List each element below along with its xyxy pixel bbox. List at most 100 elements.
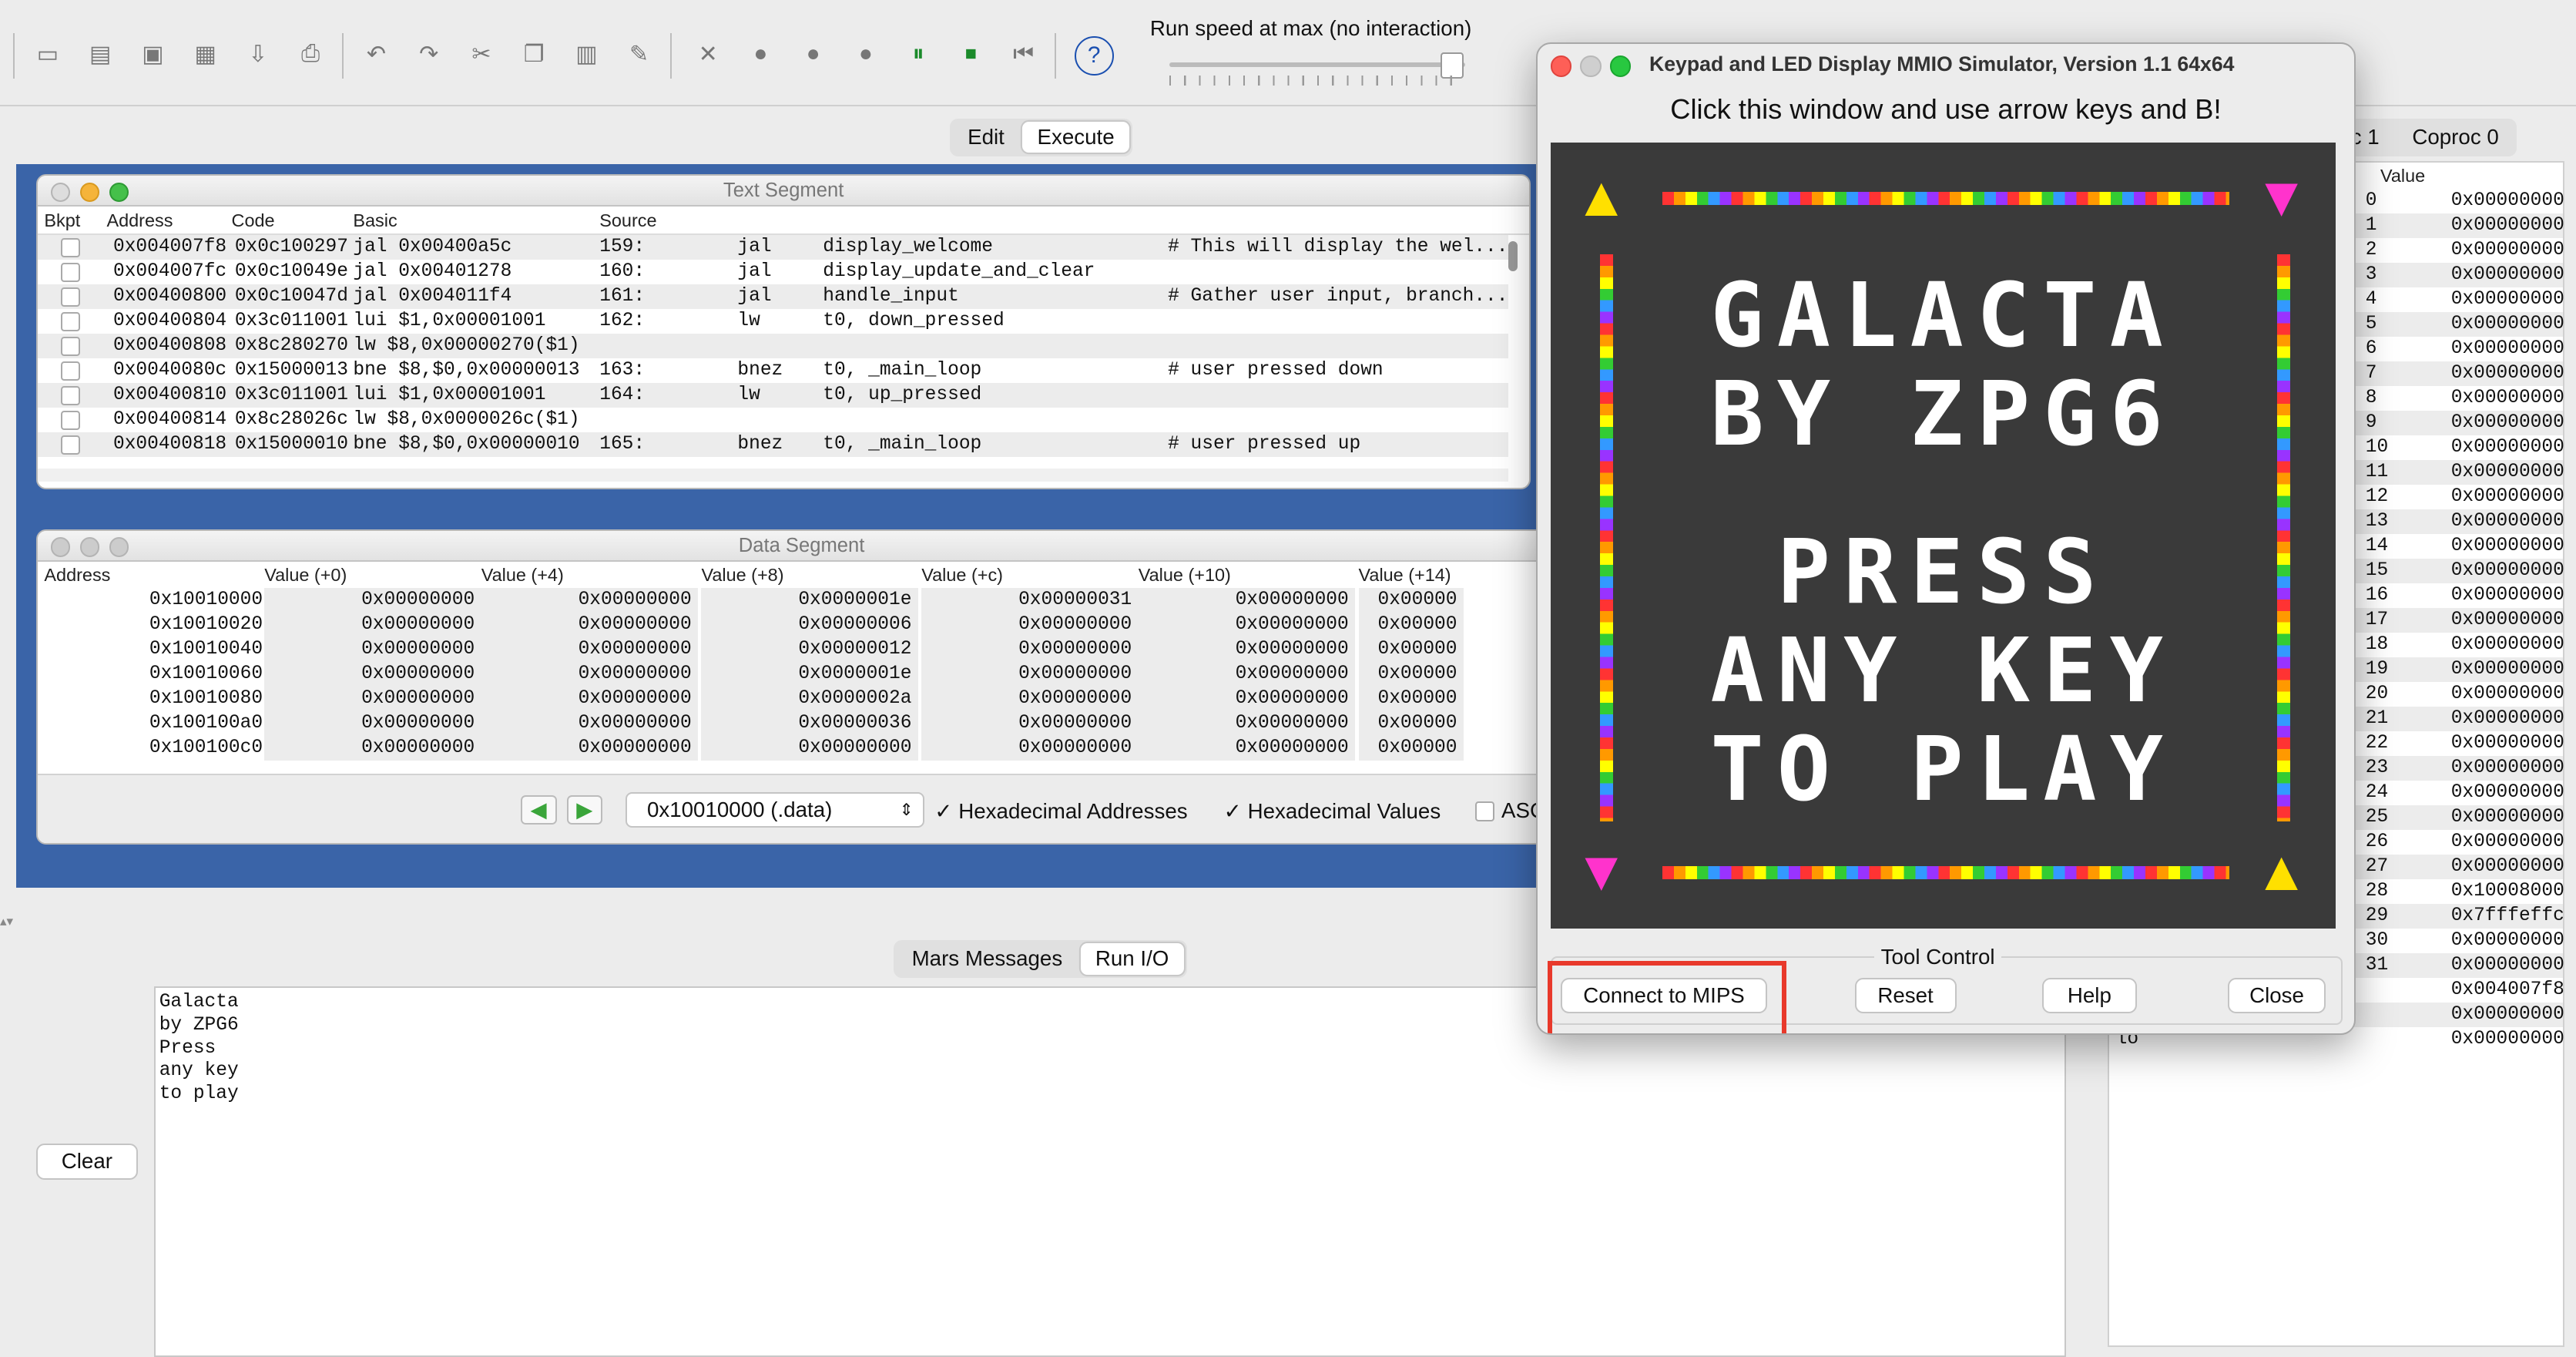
hex-values-checkbox[interactable]: ✓ Hexadecimal Values [1224,798,1441,824]
breakpoint-checkbox[interactable] [60,263,81,283]
undo-icon[interactable]: ↶ [358,36,394,72]
close-icon[interactable] [1551,55,1572,77]
value-cell[interactable]: 0x00000000 [921,736,1139,761]
value-cell[interactable]: 0x00000000 [481,711,699,737]
assemble-icon[interactable]: ✕ [690,36,726,72]
save-all-icon[interactable]: ▦ [187,36,223,72]
table-row[interactable]: 0x004007f8 0x0c100297 jal 0x00400a5c 159: ja… [37,234,1508,260]
close-icon[interactable] [50,182,71,202]
ascii-checkbox-box[interactable] [1474,801,1495,821]
value-cell[interactable]: 0x00000 [1358,588,1464,613]
text-segment-hscroll[interactable] [37,468,1508,482]
value-cell[interactable]: 0x0000002a [701,687,918,712]
value-cell[interactable]: 0x00000 [1358,662,1464,687]
value-cell[interactable]: 0x00000 [1358,687,1464,712]
breakpoint-checkbox[interactable] [60,435,81,455]
table-row[interactable]: 0x00400818 0x15000010 bne $8,$0,0x00000010… [37,432,1508,457]
value-cell[interactable]: 0x00000036 [701,711,918,737]
text-segment-scrollbar[interactable] [1508,241,1518,271]
reset-button[interactable]: Reset [1854,977,1957,1014]
table-row[interactable]: 0x00400808 0x8c280270 lw $8,0x00000270($1) [37,333,1508,358]
value-cell[interactable]: 0x00000000 [1138,588,1356,613]
dump-memory-icon[interactable]: ⇩ [240,36,276,72]
value-cell[interactable]: 0x00000000 [921,662,1139,687]
value-cell[interactable]: 0x00000 [1358,711,1464,737]
close-button[interactable]: Close [2227,977,2326,1014]
pause-icon[interactable]: ⏸ [901,36,937,72]
help-button[interactable]: Help [2041,977,2138,1014]
open-file-icon[interactable]: ▤ [82,36,119,72]
print-icon[interactable]: ⎙ [293,36,329,72]
value-cell[interactable]: 0x00000000 [1138,613,1356,638]
value-cell[interactable]: 0x00000000 [921,613,1139,638]
hex-addresses-checkbox[interactable]: ✓ Hexadecimal Addresses [934,798,1187,824]
table-row[interactable]: 0x00400800 0x0c10047d jal 0x004011f4 161: ja… [37,284,1508,309]
table-row[interactable]: 0x0040080c 0x15000013 bne $8,$0,0x00000013… [38,358,1508,383]
value-cell[interactable]: 0x0000001e [701,662,918,687]
led-display[interactable]: ▲ ▼ ▼ ▲ GALACTA BY ZPG6 PRESS ANY KEY TO… [1551,143,2336,929]
run-icon[interactable]: ● [743,36,779,72]
value-cell[interactable]: 0x00000 [1358,736,1464,761]
value-cell[interactable]: 0x00000000 [1138,687,1356,712]
backstep-icon[interactable]: ● [847,36,884,72]
value-cell[interactable]: 0x0000001e [701,588,918,613]
reset-icon[interactable]: ⏮ [1005,36,1041,72]
value-cell[interactable]: 0x00000000 [1138,711,1356,737]
value-cell[interactable]: 0x00000000 [264,711,481,737]
breakpoint-checkbox[interactable] [60,361,81,381]
minimize-icon[interactable] [80,182,100,202]
value-cell[interactable]: 0x00000000 [1138,637,1356,663]
value-cell[interactable]: 0x00000000 [481,687,699,712]
tab-mars-messages[interactable]: Mars Messages [897,943,1077,975]
maximize-icon[interactable] [109,182,129,202]
tab-run-io[interactable]: Run I/O [1080,943,1184,975]
breakpoint-checkbox[interactable] [60,410,81,431]
segment-select[interactable]: 0x10010000 (.data) ⇕ [626,791,925,828]
value-cell[interactable]: 0x00000006 [701,613,918,638]
value-cell[interactable]: 0x00000000 [264,736,481,761]
table-row[interactable]: 0x00400810 0x3c011001 lui $1,0x00001001 164… [37,382,1508,408]
run-speed-slider[interactable] [1169,52,1466,79]
value-cell[interactable]: 0x00000000 [701,736,918,761]
value-cell[interactable]: 0x00000000 [481,588,699,613]
redo-icon[interactable]: ↷ [411,36,447,72]
table-row[interactable]: 0x004007fc 0x0c10049e jal 0x00401278 160: ja… [38,260,1508,284]
value-cell[interactable]: 0x00000000 [264,637,481,663]
value-cell[interactable]: 0x00000000 [481,637,699,663]
value-cell[interactable]: 0x00000000 [264,687,481,712]
maximize-icon[interactable] [109,537,129,557]
breakpoint-checkbox[interactable] [60,312,81,332]
value-cell[interactable]: 0x00000031 [921,588,1139,613]
breakpoint-checkbox[interactable] [60,238,81,258]
value-cell[interactable]: 0x00000 [1358,613,1464,638]
table-row[interactable]: 0x00400804 0x3c011001 lui $1,0x00001001 162… [38,309,1508,334]
tab-execute[interactable]: Execute [1022,121,1129,153]
help-icon[interactable]: ? [1074,35,1114,76]
value-cell[interactable]: 0x00000000 [481,613,699,638]
next-arrow-icon[interactable]: ▶ [566,794,603,825]
value-cell[interactable]: 0x00000000 [264,662,481,687]
slider-thumb[interactable] [1441,52,1464,79]
clear-button[interactable]: Clear [35,1144,138,1180]
tab-coproc0[interactable]: Coproc 0 [2397,122,2514,153]
breakpoint-checkbox[interactable] [60,385,81,406]
console-output[interactable]: Galacta by ZPG6 Press any key to play [154,986,2067,1357]
value-cell[interactable]: 0x00000000 [921,637,1139,663]
copy-icon[interactable]: ❐ [516,36,552,72]
table-row[interactable]: 0x00400814 0x8c28026c lw $8,0x0000026c($1) [38,408,1508,432]
prev-arrow-icon[interactable]: ◀ [520,794,557,825]
find-replace-icon[interactable]: ✎ [621,36,657,72]
paste-icon[interactable]: ▥ [569,36,605,72]
minimize-icon[interactable] [1580,55,1602,77]
value-cell[interactable]: 0x00000000 [264,588,481,613]
save-icon[interactable]: ▣ [135,36,171,72]
value-cell[interactable]: 0x00000000 [921,711,1139,737]
minimize-icon[interactable] [80,537,100,557]
stop-icon[interactable]: ⏹ [953,36,989,72]
ascii-checkbox[interactable]: ASC [1474,798,1545,823]
value-cell[interactable]: 0x00000000 [481,736,699,761]
value-cell[interactable]: 0x00000000 [264,613,481,638]
cut-icon[interactable]: ✂ [463,36,499,72]
value-cell[interactable]: 0x00000012 [701,637,918,663]
value-cell[interactable]: 0x00000000 [921,687,1139,712]
